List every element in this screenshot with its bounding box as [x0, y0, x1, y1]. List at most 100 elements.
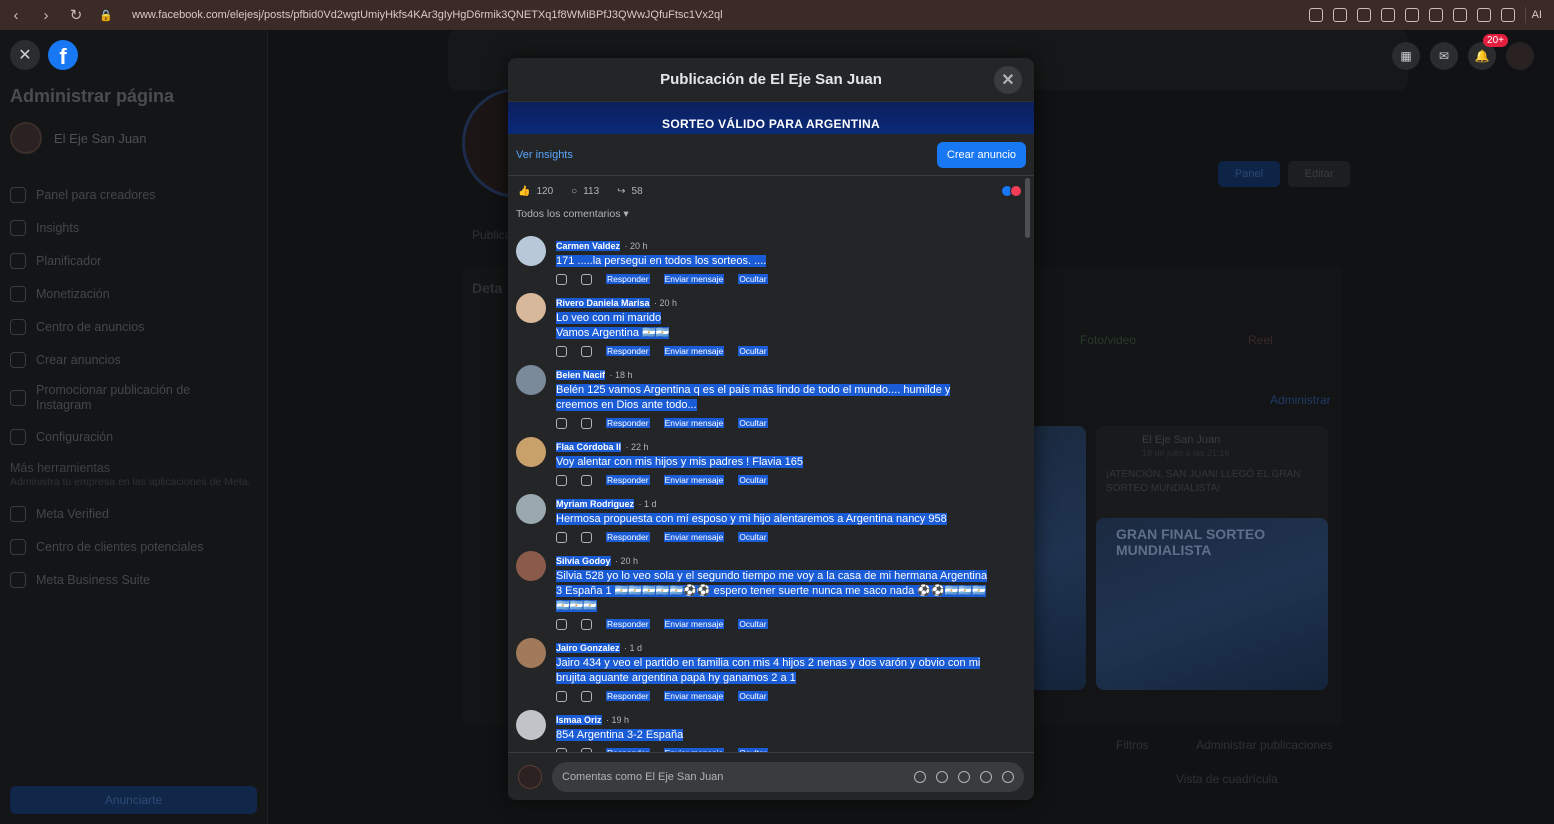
close-icon[interactable]: ✕	[10, 40, 40, 70]
send-message-button[interactable]: Enviar mensaje	[663, 691, 725, 701]
hide-button[interactable]: Ocultar	[738, 346, 768, 356]
sticker-icon[interactable]	[1002, 770, 1014, 783]
grid-menu-icon[interactable]: ▦	[1392, 42, 1420, 70]
send-message-button[interactable]: Enviar mensaje	[663, 475, 725, 485]
reply-button[interactable]: Responder	[606, 691, 650, 701]
like-icon[interactable]	[556, 690, 567, 702]
sidebar-item-create-ads[interactable]: Crear anuncios	[10, 343, 260, 376]
hide-button[interactable]: Ocultar	[738, 691, 768, 701]
search-icon[interactable]	[1308, 8, 1323, 22]
commenter-name[interactable]: Jairo Gonzalez	[556, 643, 620, 653]
send-message-button[interactable]: Enviar mensaje	[663, 346, 725, 356]
like-icon[interactable]	[556, 618, 567, 630]
comment-stat[interactable]: ○ 113	[571, 186, 599, 197]
edit-icon[interactable]	[1332, 8, 1347, 22]
sidebar-item-insights[interactable]: Insights	[10, 211, 260, 244]
commenter-name[interactable]: Belen Nacif	[556, 370, 606, 380]
profile-icon[interactable]	[1476, 8, 1491, 22]
comment-time[interactable]: · 22 h	[625, 442, 648, 452]
commenter-avatar[interactable]	[516, 638, 546, 668]
emoji-icon[interactable]	[936, 770, 948, 783]
comment-time[interactable]: · 20 h	[624, 241, 647, 251]
sidebar-item-planner[interactable]: Planificador	[10, 244, 260, 277]
sidebar-page-profile[interactable]: El Eje San Juan	[10, 122, 147, 154]
hide-button[interactable]: Ocultar	[738, 418, 768, 428]
comment-time[interactable]: · 20 h	[615, 556, 638, 566]
send-message-button[interactable]: Enviar mensaje	[663, 619, 725, 629]
sidebar-item-creator-panel[interactable]: Panel para creadores	[10, 178, 260, 211]
share-stat[interactable]: ↪ 58	[617, 186, 643, 197]
hide-button[interactable]: Ocultar	[738, 274, 768, 284]
menu-icon[interactable]	[1452, 8, 1467, 22]
hide-button[interactable]: Ocultar	[738, 532, 768, 542]
camera-icon[interactable]	[1356, 8, 1371, 22]
commenter-avatar[interactable]	[516, 293, 546, 323]
like-icon[interactable]	[556, 474, 567, 486]
extension-icon[interactable]	[1500, 8, 1515, 22]
sidebar-item-leads-center[interactable]: Centro de clientes potenciales	[10, 530, 260, 563]
commenter-name[interactable]: Myriam Rodriguez	[556, 499, 635, 509]
dislike-icon[interactable]	[581, 417, 592, 429]
comment-input[interactable]: Comentas como El Eje San Juan	[552, 761, 1024, 792]
comment-time[interactable]: · 1 d	[624, 643, 642, 653]
reel-button[interactable]: Reel	[1248, 333, 1273, 347]
send-message-button[interactable]: Enviar mensaje	[663, 274, 725, 284]
address-bar[interactable]: www.facebook.com/elejesj/posts/pfbid0Vd2…	[132, 9, 1299, 21]
back-icon[interactable]: ‹	[6, 7, 26, 24]
reply-button[interactable]: Responder	[606, 346, 650, 356]
reply-button[interactable]: Responder	[606, 418, 650, 428]
hide-button[interactable]: Ocultar	[738, 619, 768, 629]
comment-time[interactable]: · 18 h	[609, 370, 632, 380]
sidebar-item-meta-verified[interactable]: Meta Verified	[10, 497, 260, 530]
sidebar-item-ad-center[interactable]: Centro de anuncios	[10, 310, 260, 343]
advertise-button[interactable]: Anunciarte	[10, 786, 257, 814]
panel-button[interactable]: Panel	[1218, 161, 1280, 187]
sidebar-item-business-suite[interactable]: Meta Business Suite	[10, 563, 260, 596]
reply-button[interactable]: Responder	[606, 274, 650, 284]
scrollbar[interactable]	[1025, 178, 1030, 798]
reply-button[interactable]: Responder	[606, 619, 650, 629]
comment-time[interactable]: · 20 h	[654, 298, 677, 308]
dislike-icon[interactable]	[581, 474, 592, 486]
facebook-logo-icon[interactable]: f	[48, 40, 78, 70]
download-icon[interactable]	[1428, 8, 1443, 22]
send-message-button[interactable]: Enviar mensaje	[663, 418, 725, 428]
sidebar-item-monetization[interactable]: Monetización	[10, 277, 260, 310]
like-icon[interactable]	[556, 531, 567, 543]
commenter-name[interactable]: Rivero Daniela Marisa	[556, 298, 650, 308]
hide-button[interactable]: Ocultar	[738, 475, 768, 485]
like-icon[interactable]	[556, 345, 567, 357]
gif-icon[interactable]	[980, 770, 992, 783]
like-stat[interactable]: 👍 120	[518, 186, 553, 197]
forward-icon[interactable]: ›	[36, 7, 56, 24]
commenter-name[interactable]: Flaa Córdoba II	[556, 442, 622, 452]
like-icon[interactable]	[556, 417, 567, 429]
admin-link[interactable]: Administrar	[1270, 393, 1331, 407]
commenter-avatar[interactable]	[516, 551, 546, 581]
manage-posts-button[interactable]: Administrar publicaciones	[1196, 738, 1333, 752]
commenter-name[interactable]: Ismaa Oriz	[556, 715, 602, 725]
close-icon[interactable]: ✕	[994, 66, 1022, 94]
notifications-icon[interactable]: 🔔 20+	[1468, 34, 1508, 70]
create-ad-button[interactable]: Crear anuncio	[936, 141, 1026, 168]
commenter-name[interactable]: Silvia Godoy	[556, 556, 611, 566]
dislike-icon[interactable]	[581, 273, 592, 285]
sidebar-item-settings[interactable]: Configuración	[10, 420, 260, 453]
commenter-name[interactable]: Carmen Valdez	[556, 241, 621, 251]
edit-button[interactable]: Editar	[1288, 161, 1350, 187]
view-insights-link[interactable]: Ver insights	[516, 149, 573, 161]
reactions-summary[interactable]	[1001, 185, 1022, 197]
scrollbar-thumb[interactable]	[1025, 178, 1030, 238]
commenter-avatar[interactable]	[516, 494, 546, 524]
like-icon[interactable]	[556, 273, 567, 285]
camera-icon[interactable]	[958, 770, 970, 783]
photo-video-button[interactable]: Foto/video	[1080, 333, 1136, 347]
dislike-icon[interactable]	[581, 345, 592, 357]
commenter-avatar[interactable]	[516, 365, 546, 395]
heart-icon[interactable]	[1404, 8, 1419, 22]
post-image-banner[interactable]: SORTEO VÁLIDO PARA ARGENTINA	[508, 102, 1034, 134]
commenter-avatar[interactable]	[516, 236, 546, 266]
grid-view-tab[interactable]: Vista de cuadrícula	[1176, 772, 1278, 786]
play-icon[interactable]	[1380, 8, 1395, 22]
comment-time[interactable]: · 19 h	[606, 715, 629, 725]
